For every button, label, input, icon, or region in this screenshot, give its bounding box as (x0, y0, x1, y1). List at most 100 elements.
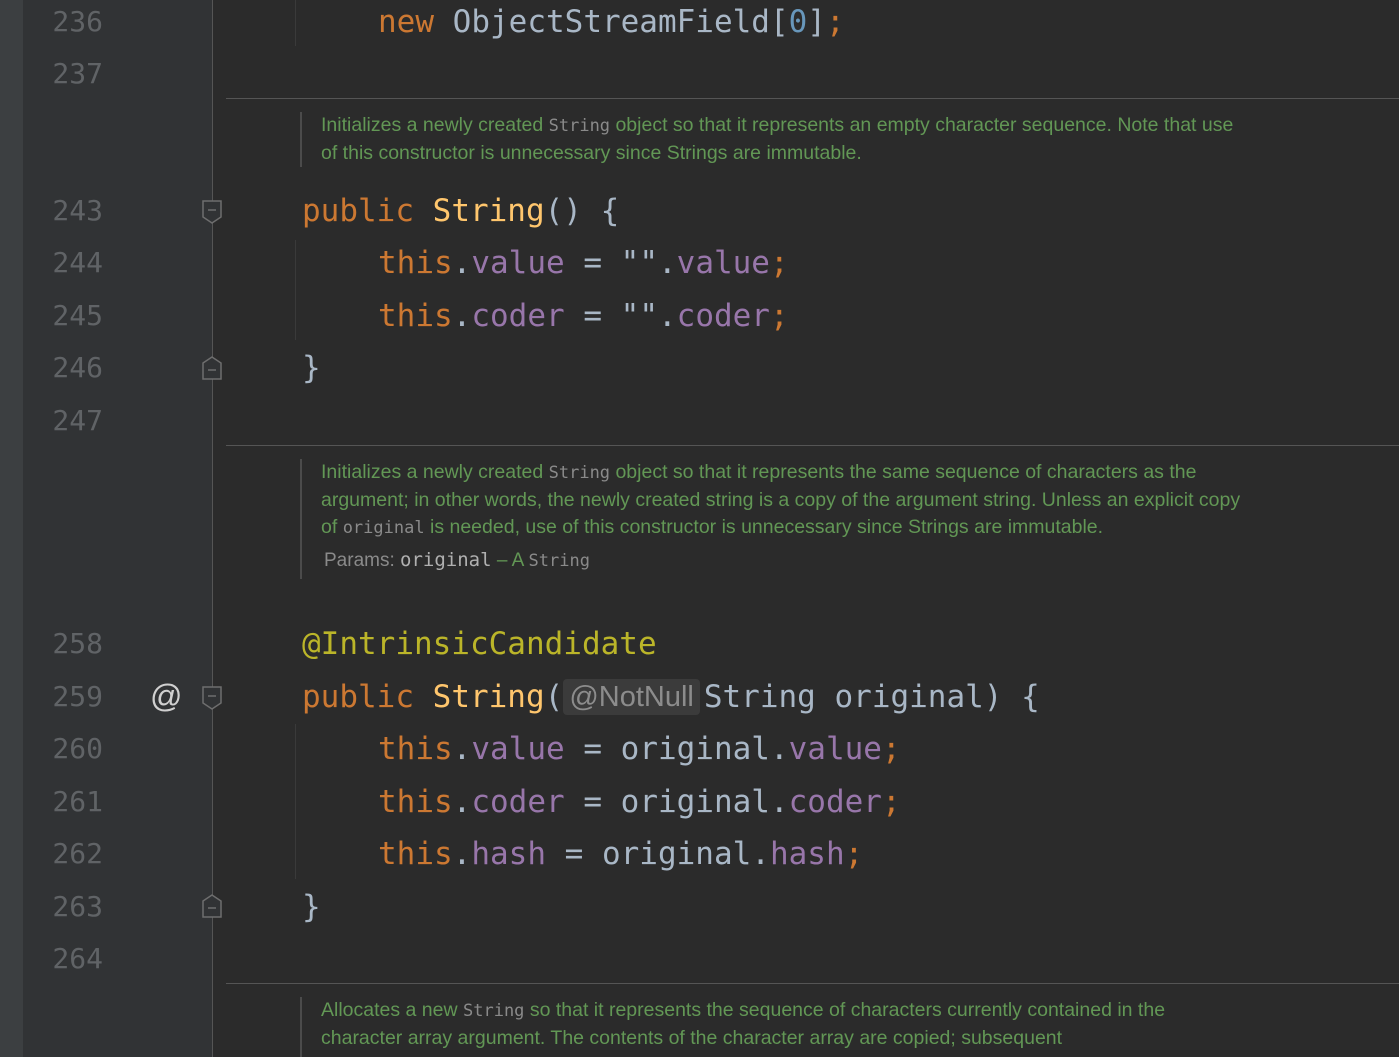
line-number[interactable]: 259 (23, 677, 103, 717)
line-number[interactable]: 243 (23, 191, 103, 231)
operator: = (564, 245, 621, 281)
indent-guide (295, 724, 296, 879)
field-name: hash (471, 836, 546, 872)
code-punct: . (657, 298, 677, 334)
code-punct: . (769, 731, 789, 767)
keyword: public (302, 193, 414, 229)
code-punct: . (452, 836, 472, 872)
param-name: original (400, 549, 492, 571)
inlay-hint[interactable]: @NotNull (563, 679, 700, 715)
bracket: ] (807, 4, 826, 40)
fold-end-icon[interactable] (202, 356, 222, 380)
bracket: [ (769, 4, 789, 40)
javadoc-rendered[interactable]: Initializes a newly created String objec… (300, 112, 1241, 167)
line-number[interactable]: 263 (23, 887, 103, 927)
field-name: value (471, 245, 565, 281)
code-punct: . (751, 836, 770, 872)
semicolon: ; (769, 298, 789, 334)
code-line-262[interactable]: this.hash = original.hash; (378, 834, 863, 874)
line-number[interactable]: 245 (23, 296, 103, 336)
fold-collapse-icon[interactable] (202, 686, 222, 710)
operator: = (545, 836, 602, 872)
code-line-263[interactable]: } (302, 887, 321, 927)
javadoc-rendered[interactable]: Allocates a new String so that it repres… (300, 997, 1241, 1057)
code-line-259[interactable]: public String(@NotNull String original) { (302, 677, 1040, 717)
doc-paragraph: Initializes a newly created String objec… (321, 459, 1241, 542)
parameter-list: String original) { (703, 679, 1040, 715)
field-name: coder (676, 298, 770, 334)
fold-end-icon[interactable] (202, 894, 222, 918)
line-number[interactable]: 261 (23, 782, 103, 822)
code-punct: ( (544, 679, 564, 715)
line-number[interactable]: 262 (23, 834, 103, 874)
method-separator (226, 983, 1399, 984)
semicolon: ; (881, 731, 901, 767)
doc-text: Initializes a newly created (321, 114, 549, 136)
line-number[interactable]: 264 (23, 939, 103, 979)
indent-guide (295, 240, 296, 340)
code-punct: . (769, 784, 789, 820)
code-line-245[interactable]: this.coder = "".coder; (378, 296, 789, 336)
line-number[interactable]: 237 (23, 54, 103, 94)
doc-code: String (548, 116, 611, 136)
semicolon: ; (825, 4, 845, 40)
code-punct: . (452, 784, 472, 820)
doc-code: String (463, 1001, 525, 1021)
field-name: value (676, 245, 770, 281)
method-separator (226, 98, 1399, 99)
field-name: hash (769, 836, 845, 872)
method-name: String (432, 193, 545, 229)
javadoc-rendered[interactable]: Initializes a newly created String objec… (300, 459, 1241, 579)
string-literal: "" (620, 298, 658, 334)
keyword: public (302, 679, 414, 715)
code-punct: () { (544, 193, 620, 229)
line-number[interactable]: 244 (23, 243, 103, 283)
number-literal: 0 (788, 4, 808, 40)
operator: = (564, 731, 621, 767)
doc-text: Initializes a newly created (321, 461, 549, 483)
line-number[interactable]: 246 (23, 348, 103, 388)
line-number[interactable]: 258 (23, 624, 103, 664)
field-name: coder (471, 784, 565, 820)
operator: = (564, 298, 621, 334)
string-literal: "" (620, 245, 658, 281)
keyword: this (378, 731, 453, 767)
doc-code: original (342, 518, 425, 538)
doc-text: is needed, use of this constructor is un… (424, 516, 1104, 538)
indent-guide (295, 0, 296, 46)
code-line-246[interactable]: } (302, 348, 321, 388)
method-separator (226, 445, 1399, 446)
code-punct: . (452, 298, 472, 334)
left-tool-stripe (0, 0, 23, 1057)
variable: original (620, 784, 770, 820)
code-line-261[interactable]: this.coder = original.coder; (378, 782, 901, 822)
annotation-marker-icon[interactable]: @ (150, 676, 182, 716)
param-type: String (528, 551, 590, 571)
field-name: coder (788, 784, 882, 820)
keyword: this (378, 245, 453, 281)
code-punct: . (657, 245, 677, 281)
variable: original (601, 836, 752, 872)
keyword: this (378, 298, 453, 334)
semicolon: ; (769, 245, 789, 281)
semicolon: ; (881, 784, 901, 820)
code-line-243[interactable]: public String() { (302, 191, 619, 231)
fold-collapse-icon[interactable] (202, 200, 222, 224)
code-line-244[interactable]: this.value = "".value; (378, 243, 789, 283)
code-punct: . (452, 245, 472, 281)
code-line-258[interactable]: @IntrinsicCandidate (302, 624, 657, 664)
field-name: value (471, 731, 565, 767)
keyword: this (378, 784, 453, 820)
keyword: new (378, 4, 434, 40)
line-number[interactable]: 236 (23, 2, 103, 42)
code-line-236[interactable]: new ObjectStreamField[0]; (378, 2, 845, 42)
doc-params: Params: original – A String (324, 542, 1241, 579)
keyword: this (378, 836, 453, 872)
param-desc: – A (491, 550, 529, 571)
code-line-260[interactable]: this.value = original.value; (378, 729, 901, 769)
semicolon: ; (844, 836, 864, 872)
line-number[interactable]: 247 (23, 401, 103, 441)
line-number[interactable]: 260 (23, 729, 103, 769)
operator: = (564, 784, 621, 820)
method-name: String (432, 679, 545, 715)
